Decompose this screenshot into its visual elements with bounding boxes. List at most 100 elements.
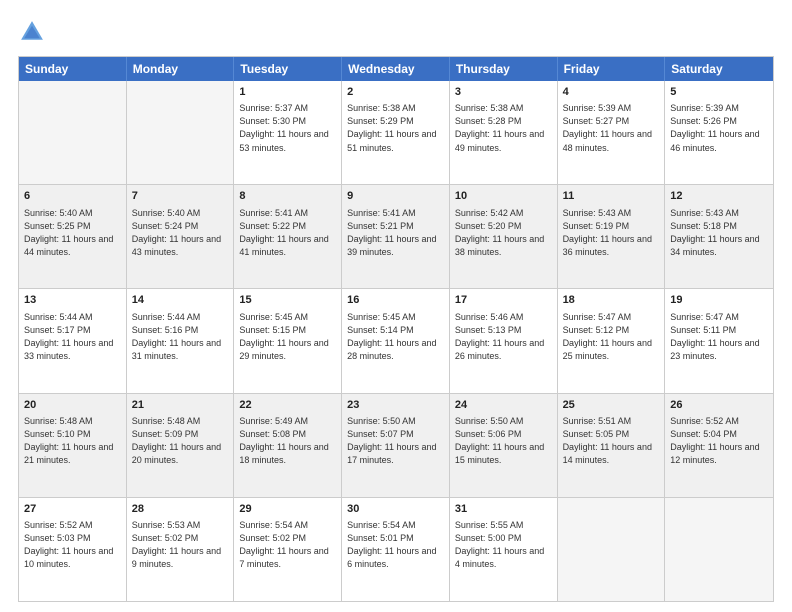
calendar-row-4: 20 Sunrise: 5:48 AMSunset: 5:10 PMDayligh… xyxy=(19,393,773,497)
cell-info: Sunrise: 5:46 AMSunset: 5:13 PMDaylight:… xyxy=(455,311,552,363)
calendar-row-2: 6 Sunrise: 5:40 AMSunset: 5:25 PMDaylight… xyxy=(19,184,773,288)
cal-cell: 3Sunrise: 5:38 AMSunset: 5:28 PMDaylight… xyxy=(450,81,558,184)
day-number: 25 xyxy=(563,398,660,413)
day-number: 10 xyxy=(455,189,552,204)
cal-cell: 13 Sunrise: 5:44 AMSunset: 5:17 PMDayligh… xyxy=(19,289,127,392)
cal-cell: 12Sunrise: 5:43 AMSunset: 5:18 PMDayligh… xyxy=(665,185,773,288)
cal-cell: 11 Sunrise: 5:43 AMSunset: 5:19 PMDayligh… xyxy=(558,185,666,288)
cell-info: Sunrise: 5:54 AMSunset: 5:01 PMDaylight:… xyxy=(347,519,444,571)
day-number: 19 xyxy=(670,293,768,308)
day-number: 14 xyxy=(132,293,229,308)
day-number: 21 xyxy=(132,398,229,413)
cal-cell: 25 Sunrise: 5:51 AMSunset: 5:05 PMDayligh… xyxy=(558,394,666,497)
day-number: 15 xyxy=(239,293,336,308)
cell-info: Sunrise: 5:50 AMSunset: 5:07 PMDaylight:… xyxy=(347,415,444,467)
cal-cell: 24 Sunrise: 5:50 AMSunset: 5:06 PMDayligh… xyxy=(450,394,558,497)
day-number: 12 xyxy=(670,189,768,204)
cal-cell: 4Sunrise: 5:39 AMSunset: 5:27 PMDaylight… xyxy=(558,81,666,184)
weekday-header-sunday: Sunday xyxy=(19,57,127,81)
cal-cell: 16 Sunrise: 5:45 AMSunset: 5:14 PMDayligh… xyxy=(342,289,450,392)
day-number: 30 xyxy=(347,502,444,517)
cell-info: Sunrise: 5:41 AMSunset: 5:22 PMDaylight:… xyxy=(239,207,336,259)
cal-cell: 6 Sunrise: 5:40 AMSunset: 5:25 PMDaylight… xyxy=(19,185,127,288)
cal-cell: 9 Sunrise: 5:41 AMSunset: 5:21 PMDaylight… xyxy=(342,185,450,288)
weekday-header-monday: Monday xyxy=(127,57,235,81)
header xyxy=(18,18,774,46)
cell-info: Sunrise: 5:53 AMSunset: 5:02 PMDaylight:… xyxy=(132,519,229,571)
cal-cell: 28 Sunrise: 5:53 AMSunset: 5:02 PMDayligh… xyxy=(127,498,235,601)
cal-cell: 1 Sunrise: 5:37 AMSunset: 5:30 PMDaylight… xyxy=(234,81,342,184)
cell-info: Sunrise: 5:51 AMSunset: 5:05 PMDaylight:… xyxy=(563,415,660,467)
day-number: 7 xyxy=(132,189,229,204)
cell-info: Sunrise: 5:38 AMSunset: 5:28 PMDaylight:… xyxy=(455,102,552,154)
cell-info: Sunrise: 5:41 AMSunset: 5:21 PMDaylight:… xyxy=(347,207,444,259)
cell-info: Sunrise: 5:47 AMSunset: 5:12 PMDaylight:… xyxy=(563,311,660,363)
cal-cell: 15Sunrise: 5:45 AMSunset: 5:15 PMDayligh… xyxy=(234,289,342,392)
weekday-header-friday: Friday xyxy=(558,57,666,81)
day-number: 26 xyxy=(670,398,768,413)
cal-cell: 19Sunrise: 5:47 AMSunset: 5:11 PMDayligh… xyxy=(665,289,773,392)
cell-info: Sunrise: 5:52 AMSunset: 5:04 PMDaylight:… xyxy=(670,415,768,467)
day-number: 20 xyxy=(24,398,121,413)
day-number: 16 xyxy=(347,293,444,308)
cal-cell: 8Sunrise: 5:41 AMSunset: 5:22 PMDaylight… xyxy=(234,185,342,288)
cell-info: Sunrise: 5:37 AMSunset: 5:30 PMDaylight:… xyxy=(239,102,336,154)
calendar-header: SundayMondayTuesdayWednesdayThursdayFrid… xyxy=(19,57,773,81)
cell-info: Sunrise: 5:48 AMSunset: 5:10 PMDaylight:… xyxy=(24,415,121,467)
cell-info: Sunrise: 5:49 AMSunset: 5:08 PMDaylight:… xyxy=(239,415,336,467)
cal-cell: 26 Sunrise: 5:52 AMSunset: 5:04 PMDayligh… xyxy=(665,394,773,497)
day-number: 28 xyxy=(132,502,229,517)
cal-cell: 23 Sunrise: 5:50 AMSunset: 5:07 PMDayligh… xyxy=(342,394,450,497)
cell-info: Sunrise: 5:39 AMSunset: 5:27 PMDaylight:… xyxy=(563,102,660,154)
weekday-header-tuesday: Tuesday xyxy=(234,57,342,81)
cell-info: Sunrise: 5:48 AMSunset: 5:09 PMDaylight:… xyxy=(132,415,229,467)
day-number: 24 xyxy=(455,398,552,413)
cal-cell xyxy=(665,498,773,601)
cal-cell: 29 Sunrise: 5:54 AMSunset: 5:02 PMDayligh… xyxy=(234,498,342,601)
cal-cell: 30 Sunrise: 5:54 AMSunset: 5:01 PMDayligh… xyxy=(342,498,450,601)
day-number: 6 xyxy=(24,189,121,204)
cal-cell: 5Sunrise: 5:39 AMSunset: 5:26 PMDaylight… xyxy=(665,81,773,184)
day-number: 18 xyxy=(563,293,660,308)
cell-info: Sunrise: 5:39 AMSunset: 5:26 PMDaylight:… xyxy=(670,102,768,154)
cell-info: Sunrise: 5:50 AMSunset: 5:06 PMDaylight:… xyxy=(455,415,552,467)
day-number: 13 xyxy=(24,293,121,308)
calendar-row-1: 1 Sunrise: 5:37 AMSunset: 5:30 PMDaylight… xyxy=(19,81,773,184)
cal-cell xyxy=(127,81,235,184)
cal-cell: 7 Sunrise: 5:40 AMSunset: 5:24 PMDaylight… xyxy=(127,185,235,288)
day-number: 11 xyxy=(563,189,660,204)
cell-info: Sunrise: 5:38 AMSunset: 5:29 PMDaylight:… xyxy=(347,102,444,154)
cell-info: Sunrise: 5:44 AMSunset: 5:17 PMDaylight:… xyxy=(24,311,121,363)
cal-cell: 2 Sunrise: 5:38 AMSunset: 5:29 PMDaylight… xyxy=(342,81,450,184)
logo-icon xyxy=(18,18,46,46)
day-number: 29 xyxy=(239,502,336,517)
cell-info: Sunrise: 5:45 AMSunset: 5:14 PMDaylight:… xyxy=(347,311,444,363)
cal-cell: 18 Sunrise: 5:47 AMSunset: 5:12 PMDayligh… xyxy=(558,289,666,392)
weekday-header-saturday: Saturday xyxy=(665,57,773,81)
cal-cell: 21 Sunrise: 5:48 AMSunset: 5:09 PMDayligh… xyxy=(127,394,235,497)
cal-cell: 14Sunrise: 5:44 AMSunset: 5:16 PMDayligh… xyxy=(127,289,235,392)
day-number: 2 xyxy=(347,85,444,100)
day-number: 27 xyxy=(24,502,121,517)
calendar-row-3: 13 Sunrise: 5:44 AMSunset: 5:17 PMDayligh… xyxy=(19,288,773,392)
cell-info: Sunrise: 5:40 AMSunset: 5:24 PMDaylight:… xyxy=(132,207,229,259)
cell-info: Sunrise: 5:40 AMSunset: 5:25 PMDaylight:… xyxy=(24,207,121,259)
day-number: 22 xyxy=(239,398,336,413)
weekday-header-wednesday: Wednesday xyxy=(342,57,450,81)
day-number: 23 xyxy=(347,398,444,413)
cal-cell: 10 Sunrise: 5:42 AMSunset: 5:20 PMDayligh… xyxy=(450,185,558,288)
logo xyxy=(18,18,50,46)
page: SundayMondayTuesdayWednesdayThursdayFrid… xyxy=(0,0,792,612)
cell-info: Sunrise: 5:43 AMSunset: 5:19 PMDaylight:… xyxy=(563,207,660,259)
cal-cell: 27Sunrise: 5:52 AMSunset: 5:03 PMDayligh… xyxy=(19,498,127,601)
cal-cell: 31Sunrise: 5:55 AMSunset: 5:00 PMDayligh… xyxy=(450,498,558,601)
calendar: SundayMondayTuesdayWednesdayThursdayFrid… xyxy=(18,56,774,602)
weekday-header-thursday: Thursday xyxy=(450,57,558,81)
day-number: 1 xyxy=(239,85,336,100)
day-number: 31 xyxy=(455,502,552,517)
cell-info: Sunrise: 5:54 AMSunset: 5:02 PMDaylight:… xyxy=(239,519,336,571)
day-number: 9 xyxy=(347,189,444,204)
cal-cell: 20 Sunrise: 5:48 AMSunset: 5:10 PMDayligh… xyxy=(19,394,127,497)
cal-cell xyxy=(558,498,666,601)
cell-info: Sunrise: 5:42 AMSunset: 5:20 PMDaylight:… xyxy=(455,207,552,259)
